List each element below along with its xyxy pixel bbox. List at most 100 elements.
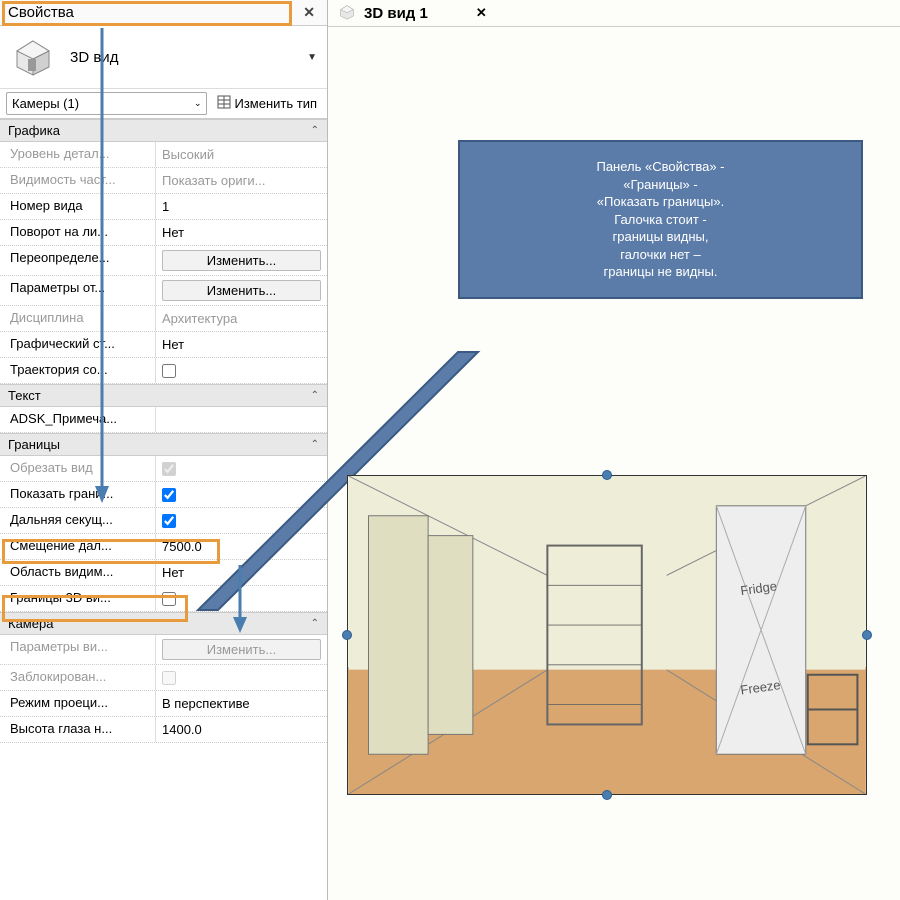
label-eyeh: Высота глаза н... <box>0 717 156 742</box>
viewparams-button: Изменить... <box>162 639 321 660</box>
value-discipline: Архитектура <box>156 306 327 331</box>
type-selector[interactable]: 3D вид ▼ <box>0 26 327 89</box>
crop-handle-right[interactable] <box>862 630 872 640</box>
override-button[interactable]: Изменить... <box>162 250 321 271</box>
label-gstyle: Графический ст... <box>0 332 156 357</box>
label-crop: Обрезать вид <box>0 456 156 481</box>
collapse-icon: ⌃ <box>311 439 319 450</box>
crop-checkbox <box>162 462 176 476</box>
bounds3d-checkbox[interactable] <box>162 592 176 606</box>
label-bounds3d: Границы 3D ви... <box>0 586 156 611</box>
label-rotate: Поворот на ли... <box>0 220 156 245</box>
row-adsk[interactable]: ADSK_Примеча... <box>0 407 327 433</box>
showcrop-checkbox[interactable] <box>162 488 176 502</box>
row-viewparams[interactable]: Параметры ви... Изменить... <box>0 635 327 665</box>
callout-line: Галочка стоит - <box>474 211 847 229</box>
locked-checkbox <box>162 671 176 685</box>
label-farclip: Дальняя секущ... <box>0 508 156 533</box>
instance-row: Камеры (1) ⌄ Изменить тип <box>0 89 327 119</box>
viewport-3d[interactable]: Fridge Freeze <box>347 475 867 795</box>
value-gstyle: Нет <box>156 332 327 357</box>
house-3d-icon <box>10 36 56 78</box>
value-projection: В перспективе <box>156 691 327 716</box>
row-override[interactable]: Переопределе... Изменить... <box>0 246 327 276</box>
group-camera-header[interactable]: Камера ⌃ <box>0 612 327 635</box>
row-detail-level[interactable]: Уровень детал... Высокий <box>0 142 327 168</box>
callout-line: границы не видны. <box>474 263 847 281</box>
callout-line: галочки нет – <box>474 246 847 264</box>
crop-handle-bottom[interactable] <box>602 790 612 800</box>
collapse-icon: ⌃ <box>311 125 319 136</box>
value-visibility: Показать ориги... <box>156 168 327 193</box>
caret-down-icon: ▼ <box>307 52 317 63</box>
crop-handle-top[interactable] <box>602 470 612 480</box>
chevron-down-icon: ⌄ <box>194 98 202 109</box>
value-viewnum: 1 <box>156 194 327 219</box>
label-projection: Режим проеци... <box>0 691 156 716</box>
value-adsk <box>156 407 327 432</box>
farclip-checkbox[interactable] <box>162 514 176 528</box>
row-visreg[interactable]: Область видим... Нет <box>0 560 327 586</box>
row-params[interactable]: Параметры от... Изменить... <box>0 276 327 306</box>
value-eyeh: 1400.0 <box>156 717 327 742</box>
value-detail: Высокий <box>156 142 327 167</box>
row-viewnum[interactable]: Номер вида 1 <box>0 194 327 220</box>
label-faroffset: Смещение дал... <box>0 534 156 559</box>
collapse-icon: ⌃ <box>311 390 319 401</box>
group-bounds-header[interactable]: Границы ⌃ <box>0 433 327 456</box>
callout-line: «Показать границы». <box>474 193 847 211</box>
value-visreg: Нет <box>156 560 327 585</box>
view-tab[interactable]: 3D вид 1 ✕ <box>328 0 900 27</box>
row-faroffset[interactable]: Смещение дал... 7500.0 <box>0 534 327 560</box>
group-camera-title: Камера <box>8 616 53 631</box>
callout-box: Панель «Свойства» - «Границы» - «Показат… <box>458 140 863 299</box>
view-tab-title: 3D вид 1 <box>364 5 428 22</box>
value-faroffset: 7500.0 <box>156 534 327 559</box>
collapse-icon: ⌃ <box>311 618 319 629</box>
value-rotate: Нет <box>156 220 327 245</box>
row-rotate[interactable]: Поворот на ли... Нет <box>0 220 327 246</box>
group-graphics-header[interactable]: Графика ⌃ <box>0 119 327 142</box>
group-text-title: Текст <box>8 388 41 403</box>
row-crop[interactable]: Обрезать вид <box>0 456 327 482</box>
row-trajectory[interactable]: Траектория со... <box>0 358 327 384</box>
type-label: 3D вид <box>70 49 293 66</box>
row-farclip[interactable]: Дальняя секущ... <box>0 508 327 534</box>
view-area: 3D вид 1 ✕ Панель «Свойства» - «Границы»… <box>328 0 900 900</box>
label-locked: Заблокирован... <box>0 665 156 690</box>
row-gstyle[interactable]: Графический ст... Нет <box>0 332 327 358</box>
callout-line: «Границы» - <box>474 176 847 194</box>
group-text-header[interactable]: Текст ⌃ <box>0 384 327 407</box>
instance-combo[interactable]: Камеры (1) ⌄ <box>6 92 207 115</box>
properties-panel: Свойства ✕ 3D вид ▼ Камеры (1) ⌄ <box>0 0 328 900</box>
row-locked[interactable]: Заблокирован... <box>0 665 327 691</box>
group-bounds-title: Границы <box>8 437 60 452</box>
label-viewnum: Номер вида <box>0 194 156 219</box>
panel-title: Свойства <box>8 4 299 21</box>
house-3d-icon <box>338 4 356 22</box>
label-trajectory: Траектория со... <box>0 358 156 383</box>
row-eyeh[interactable]: Высота глаза н... 1400.0 <box>0 717 327 743</box>
row-projection[interactable]: Режим проеци... В перспективе <box>0 691 327 717</box>
edit-type-button[interactable]: Изменить тип <box>213 93 321 114</box>
row-bounds3d[interactable]: Границы 3D ви... <box>0 586 327 612</box>
label-discipline: Дисциплина <box>0 306 156 331</box>
view-tab-close[interactable]: ✕ <box>476 5 487 21</box>
kitchen-render: Fridge Freeze <box>348 476 866 794</box>
group-graphics-title: Графика <box>8 123 60 138</box>
instance-combo-value: Камеры (1) <box>12 96 79 111</box>
panel-header: Свойства ✕ <box>0 0 327 26</box>
callout-line: Панель «Свойства» - <box>474 158 847 176</box>
panel-close-button[interactable]: ✕ <box>299 4 319 21</box>
edit-type-label: Изменить тип <box>234 96 317 111</box>
row-discipline[interactable]: Дисциплина Архитектура <box>0 306 327 332</box>
label-showcrop: Показать грани... <box>0 482 156 507</box>
row-visibility[interactable]: Видимость част... Показать ориги... <box>0 168 327 194</box>
label-adsk: ADSK_Примеча... <box>0 407 156 432</box>
trajectory-checkbox[interactable] <box>162 364 176 378</box>
params-button[interactable]: Изменить... <box>162 280 321 301</box>
grid-icon <box>217 95 231 112</box>
label-visreg: Область видим... <box>0 560 156 585</box>
row-showcrop[interactable]: Показать грани... <box>0 482 327 508</box>
crop-handle-left[interactable] <box>342 630 352 640</box>
